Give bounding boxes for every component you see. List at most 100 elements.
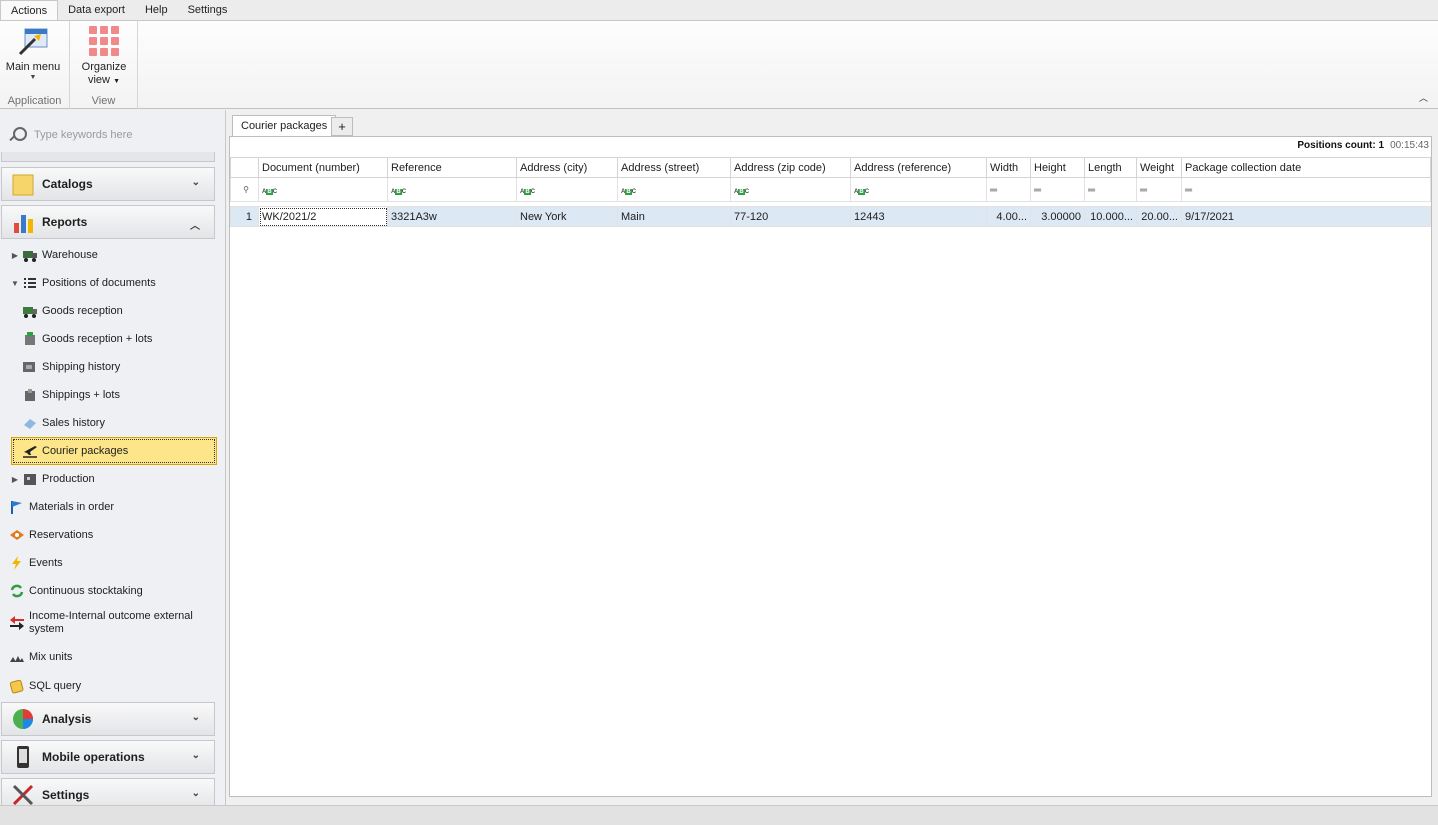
- column-header[interactable]: Height: [1030, 157, 1085, 178]
- cell-document[interactable]: WK/2021/2: [258, 206, 388, 227]
- filter-cell[interactable]: ═: [1084, 177, 1137, 202]
- column-header[interactable]: Address (city): [516, 157, 618, 178]
- filter-cell[interactable]: ═: [986, 177, 1031, 202]
- text-filter-icon: ABC: [621, 188, 637, 195]
- menu-tab-settings[interactable]: Settings: [178, 0, 238, 20]
- add-tab-button[interactable]: +: [331, 117, 353, 136]
- table-row[interactable]: 1 WK/2021/2 3321A3w New York Main 77-120…: [230, 206, 1431, 227]
- sidebar-item-production[interactable]: ▶ Production: [0, 467, 224, 491]
- tools-icon: [10, 782, 36, 805]
- sidebar-item-materials[interactable]: Materials in order: [0, 495, 224, 519]
- menu-tab-data-export[interactable]: Data export: [58, 0, 135, 20]
- sidebar-item-reservations[interactable]: Reservations: [0, 523, 224, 547]
- list-icon: [22, 275, 38, 291]
- airplane-icon: [22, 443, 38, 459]
- cell-zip[interactable]: 77-120: [730, 206, 851, 227]
- filter-cell[interactable]: ABC: [387, 177, 517, 202]
- menu-tab-actions[interactable]: Actions: [0, 0, 59, 20]
- chevron-down-icon: ▼: [113, 78, 120, 85]
- cell-length[interactable]: 10.000...: [1084, 206, 1137, 227]
- refresh-icon: [9, 583, 25, 599]
- menu-bar: Actions Data export Help Settings: [0, 0, 1438, 20]
- main-menu-icon: [17, 25, 49, 57]
- chevron-down-icon: ⌄: [191, 788, 200, 799]
- column-header[interactable]: Document (number): [258, 157, 388, 178]
- filter-cell[interactable]: ABC: [258, 177, 388, 202]
- column-header[interactable]: Weight: [1136, 157, 1182, 178]
- lightning-icon: [9, 555, 25, 571]
- section-mobile-operations[interactable]: Mobile operations ⌄: [1, 740, 215, 774]
- elapsed-time: 00:15:43: [1390, 140, 1429, 151]
- factory-icon: [22, 471, 38, 487]
- section-settings[interactable]: Settings ⌄: [1, 778, 215, 805]
- expand-icon[interactable]: ▶: [10, 251, 20, 260]
- column-header[interactable]: Address (reference): [850, 157, 987, 178]
- text-filter-icon: ABC: [391, 188, 407, 195]
- flag-icon: [9, 499, 25, 515]
- sidebar-item-goods-reception-lots[interactable]: Goods reception + lots: [0, 327, 224, 351]
- equals-filter-icon: ═: [1034, 184, 1042, 196]
- ribbon-group-view: Organize view ▼ View: [70, 21, 138, 109]
- filter-cell[interactable]: ═: [1181, 177, 1431, 202]
- section-catalogs[interactable]: Catalogs ⌄: [1, 167, 215, 201]
- column-header[interactable]: Address (street): [617, 157, 731, 178]
- chevron-down-icon: ⌄: [191, 177, 200, 188]
- cell-collection-date[interactable]: 9/17/2021: [1181, 206, 1431, 227]
- filter-cell[interactable]: ABC: [730, 177, 851, 202]
- mobile-phone-icon: [10, 744, 36, 770]
- equals-filter-icon: ═: [1185, 184, 1193, 196]
- sidebar-item-sql-query[interactable]: SQL query: [0, 674, 224, 698]
- sidebar-item-events[interactable]: Events: [0, 551, 224, 575]
- section-reports[interactable]: Reports ︿: [1, 205, 215, 239]
- sidebar-search[interactable]: Type keywords here: [8, 124, 218, 146]
- cell-street[interactable]: Main: [617, 206, 731, 227]
- collapse-ribbon-icon[interactable]: ︿: [1419, 91, 1428, 104]
- menu-tab-help[interactable]: Help: [135, 0, 178, 20]
- expand-icon[interactable]: ▶: [10, 475, 20, 484]
- tab-courier-packages[interactable]: Courier packages: [232, 115, 337, 137]
- cell-height[interactable]: 3.00000: [1030, 206, 1085, 227]
- status-bar: Positions count: 1 00:15:43: [1297, 140, 1429, 151]
- search-input[interactable]: Type keywords here: [34, 129, 132, 141]
- column-header[interactable]: Package collection date: [1181, 157, 1431, 178]
- package-icon: [22, 331, 38, 347]
- sidebar-item-courier-packages[interactable]: Courier packages: [11, 437, 217, 465]
- section-analysis[interactable]: Analysis ⌄: [1, 702, 215, 736]
- ribbon-group-caption: View: [91, 95, 116, 107]
- bottom-status-bar: [0, 805, 1438, 825]
- filter-cell[interactable]: ═: [1030, 177, 1085, 202]
- sidebar-item-warehouse[interactable]: ▶ Warehouse: [0, 243, 224, 267]
- filter-cell[interactable]: ═: [1136, 177, 1182, 202]
- cell-reference[interactable]: 3321A3w: [387, 206, 517, 227]
- sidebar-item-mix-units[interactable]: Mix units: [0, 645, 224, 669]
- text-filter-icon: ABC: [262, 188, 278, 195]
- sidebar-item-goods-reception[interactable]: Goods reception: [0, 299, 224, 323]
- collapse-icon[interactable]: ▼: [10, 279, 20, 288]
- cell-weight[interactable]: 20.00...: [1136, 206, 1182, 227]
- filter-cell[interactable]: ABC: [617, 177, 731, 202]
- cell-width[interactable]: 4.00...: [986, 206, 1031, 227]
- column-header[interactable]: Address (zip code): [730, 157, 851, 178]
- sidebar-item-stocktaking[interactable]: Continuous stocktaking: [0, 579, 224, 603]
- column-header[interactable]: Length: [1084, 157, 1137, 178]
- organize-view-button[interactable]: Organize view ▼: [74, 25, 134, 88]
- chevron-down-icon: ⌄: [191, 712, 200, 723]
- sidebar-item-sales-history[interactable]: Sales history: [0, 411, 224, 435]
- cell-city[interactable]: New York: [516, 206, 618, 227]
- row-number-header: [230, 157, 259, 178]
- main-menu-button[interactable]: Main menu ▼: [2, 25, 64, 82]
- sql-icon: [9, 678, 25, 694]
- transfer-icon: [9, 615, 25, 631]
- folder-icon: [10, 171, 36, 197]
- grid-layout-icon: [88, 25, 120, 57]
- sidebar-item-shipping-history[interactable]: Shipping history: [0, 355, 224, 379]
- cell-address-reference[interactable]: 12443: [850, 206, 987, 227]
- sidebar-item-shippings-lots[interactable]: Shippings + lots: [0, 383, 224, 407]
- column-header[interactable]: Reference: [387, 157, 517, 178]
- filter-cell[interactable]: ABC: [850, 177, 987, 202]
- filter-cell[interactable]: ABC: [516, 177, 618, 202]
- sidebar-item-positions[interactable]: ▼ Positions of documents: [0, 271, 224, 295]
- sidebar-item-income[interactable]: Income-Internal outcome external system: [0, 608, 224, 638]
- chevron-down-icon: ⌄: [191, 750, 200, 761]
- column-header[interactable]: Width: [986, 157, 1031, 178]
